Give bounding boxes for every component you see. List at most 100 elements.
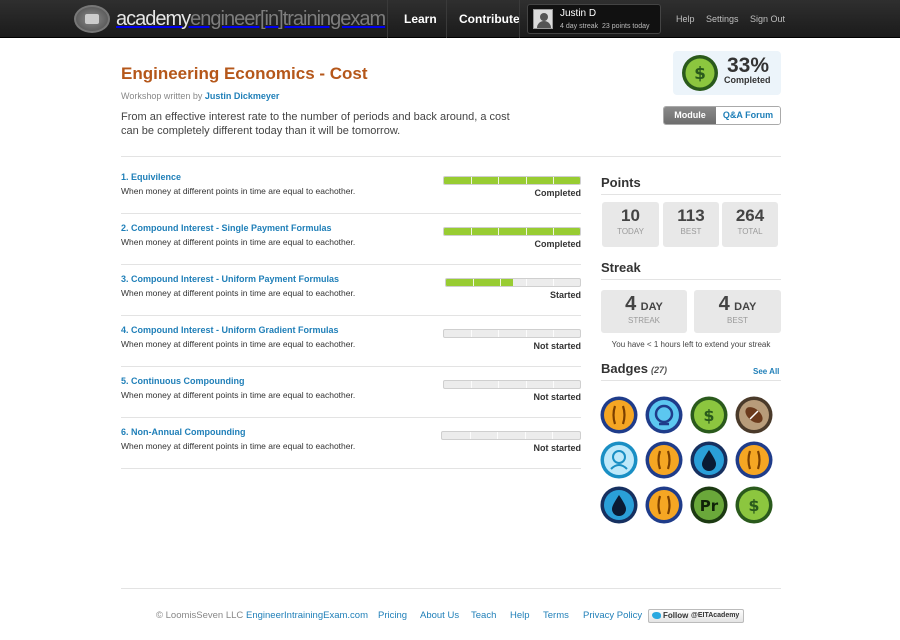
module-description: When money at different points in time a…: [121, 186, 356, 196]
progress-segment-divider: [525, 330, 527, 337]
badges-heading-label: Badges: [601, 361, 648, 376]
user-streak-points: 4 day streak 23 points today: [560, 23, 650, 30]
workshop-intro: From an effective interest rate to the n…: [121, 111, 510, 137]
blue-chat-badge-icon-graphic: [645, 396, 683, 434]
nav-learn[interactable]: Learn: [404, 0, 437, 38]
tab-module[interactable]: Module: [664, 107, 716, 124]
nav-contribute[interactable]: Contribute: [459, 0, 520, 38]
nav-divider: [519, 0, 520, 38]
streak-best: 4 DAY BEST: [694, 290, 781, 333]
progress-segment-divider: [499, 279, 501, 286]
progress-segment-divider: [525, 177, 527, 184]
brown-football-badge-icon[interactable]: [735, 396, 773, 434]
module-status: Completed: [534, 188, 581, 198]
list-item: 6. Non-Annual Compounding When money at …: [121, 418, 581, 469]
badges-heading: Badges (27): [601, 361, 667, 376]
list-item: 3. Compound Interest - Uniform Payment F…: [121, 265, 581, 316]
points-best-label: BEST: [680, 227, 702, 236]
footer-link-help[interactable]: Help: [510, 610, 530, 621]
progress-segment-divider: [525, 381, 527, 388]
green-dollar-badge-icon[interactable]: $: [690, 396, 728, 434]
byline-prefix: Workshop written by: [121, 91, 203, 101]
footer-link-home[interactable]: EngineerIntrainingExam.com: [246, 610, 368, 621]
module-description: When money at different points in time a…: [121, 441, 356, 451]
author-link[interactable]: Justin Dickmeyer: [205, 91, 280, 101]
progress-segment-divider: [498, 330, 500, 337]
academy-seal-icon: [74, 5, 110, 33]
tab-qa-forum[interactable]: Q&A Forum: [716, 107, 780, 124]
blue-drop-badge-icon[interactable]: [690, 441, 728, 479]
twitter-follow-button[interactable]: Follow @EITAcademy: [648, 609, 744, 623]
copyright: © LoomisSeven LLC: [156, 610, 244, 621]
help-link[interactable]: Help: [676, 0, 695, 38]
blue-person-badge-icon[interactable]: [600, 441, 638, 479]
blue-drop-badge-icon-graphic: [690, 441, 728, 479]
green-dollar-badge-icon[interactable]: $: [735, 486, 773, 524]
green-dollar-badge-icon: $: [682, 55, 718, 91]
page-title: Engineering Economics - Cost: [121, 64, 368, 83]
list-item: 1. Equivilence When money at different p…: [121, 163, 581, 214]
progress-segment-divider: [471, 177, 473, 184]
footer-link-privacy[interactable]: Privacy Policy: [583, 610, 642, 621]
progress-segment-divider: [552, 330, 554, 337]
points-total-value: 264: [735, 206, 765, 225]
section-divider: [601, 194, 781, 195]
progress-segment-divider: [469, 432, 471, 439]
module-title-link[interactable]: 3. Compound Interest - Uniform Payment F…: [121, 274, 339, 284]
streak-best-value-row: 4 DAY: [694, 290, 781, 316]
green-pr-badge-icon-graphic: Pr: [690, 486, 728, 524]
module-title-link[interactable]: 1. Equivilence: [121, 172, 181, 182]
green-dollar-badge-icon-graphic: $: [735, 486, 773, 524]
progress-segment-divider: [471, 330, 473, 337]
site-logo[interactable]: academyengineer[in]trainingexam: [74, 4, 386, 34]
module-title-link[interactable]: 2. Compound Interest - Single Payment Fo…: [121, 223, 332, 233]
orange-scroll-badge-icon[interactable]: [600, 396, 638, 434]
list-item: 5. Continuous Compounding When money at …: [121, 367, 581, 418]
svg-text:$: $: [748, 496, 759, 515]
streak-best-value: 4: [718, 293, 730, 315]
footer-link-terms[interactable]: Terms: [543, 610, 569, 621]
module-status: Not started: [533, 341, 581, 351]
section-divider: [601, 380, 781, 381]
module-title-link[interactable]: 4. Compound Interest - Uniform Gradient …: [121, 325, 339, 335]
progress-segment-divider: [553, 279, 555, 286]
progress-fill: [444, 177, 580, 184]
streak-current-unit: DAY: [640, 301, 663, 313]
progress-segment-divider: [471, 381, 473, 388]
svg-text:Pr: Pr: [700, 497, 719, 515]
user-profile-menu[interactable]: Justin D 4 day streak 23 points today: [527, 4, 661, 34]
footer-link-about[interactable]: About Us: [420, 610, 459, 621]
progress-segment-divider: [498, 177, 500, 184]
module-status: Started: [549, 290, 581, 300]
module-description: When money at different points in time a…: [121, 390, 356, 400]
blue-drop-badge-icon[interactable]: [600, 486, 638, 524]
green-pr-badge-icon[interactable]: Pr: [690, 486, 728, 524]
module-title-link[interactable]: 6. Non-Annual Compounding: [121, 427, 245, 437]
module-title-link[interactable]: 5. Continuous Compounding: [121, 376, 244, 386]
footer-link-teach[interactable]: Teach: [471, 610, 496, 621]
blue-drop-badge-icon-graphic: [600, 486, 638, 524]
orange-scroll-badge-icon[interactable]: [645, 441, 683, 479]
progress-segment-divider: [552, 381, 554, 388]
streak-current-value-row: 4 DAY: [601, 290, 687, 316]
green-dollar-badge-icon-graphic: $: [690, 396, 728, 434]
orange-scroll-badge-icon[interactable]: [735, 441, 773, 479]
footer-link-pricing[interactable]: Pricing: [378, 610, 407, 621]
streak-current-value: 4: [625, 293, 637, 315]
module-progress-bar: [443, 380, 581, 389]
nav-divider: [387, 0, 388, 38]
user-streak: 4 day streak: [560, 23, 599, 30]
svg-text:$: $: [694, 64, 706, 84]
svg-text:$: $: [703, 406, 714, 425]
points-best-value: 113: [677, 206, 705, 225]
brown-football-badge-icon-graphic: [735, 396, 773, 434]
sign-out-link[interactable]: Sign Out: [750, 0, 785, 38]
avatar: [533, 9, 553, 29]
blue-chat-badge-icon[interactable]: [645, 396, 683, 434]
orange-scroll-badge-icon[interactable]: [645, 486, 683, 524]
orange-scroll-badge-icon-graphic: [645, 486, 683, 524]
settings-link[interactable]: Settings: [706, 0, 739, 38]
footer-divider: [121, 588, 781, 589]
points-total: 264 TOTAL: [722, 202, 778, 247]
see-all-badges-link[interactable]: See All: [753, 367, 779, 376]
